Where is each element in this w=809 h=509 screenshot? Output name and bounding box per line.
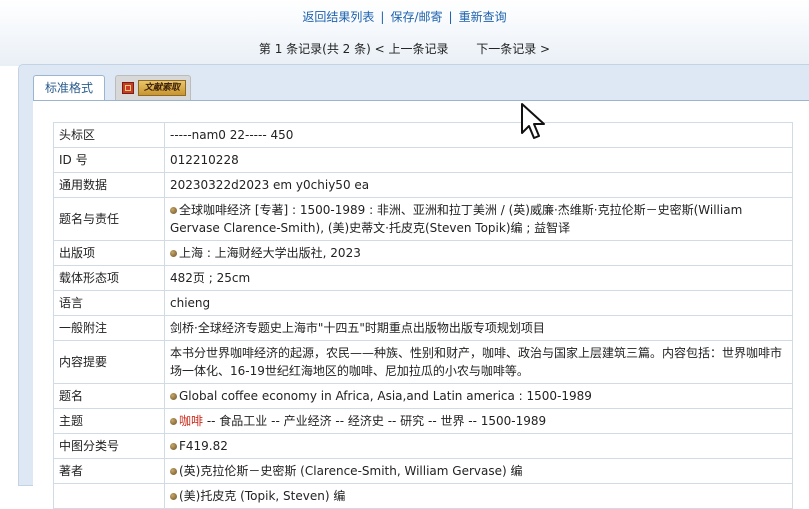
field-label: 著者 [53,458,165,484]
table-row: 中图分类号 F419.82 [53,433,793,459]
field-label: 中图分类号 [53,433,165,459]
table-row: (美)托皮克 (Topik, Steven) 编 [53,483,793,509]
table-row: 头标区 -----nam0 22----- 450 [53,122,793,148]
field-value-text: 482页 ; 25cm [170,271,251,285]
field-value-text: Global coffee economy in Africa, Asia,an… [179,389,592,403]
bullet-icon [170,493,177,500]
field-value-text: -----nam0 22----- 450 [170,128,294,142]
top-bar: 返回结果列表 | 保存/邮寄 | 重新查询 第 1 条记录(共 2 条) < 上一条记录… [0,0,809,66]
tab-standard-format[interactable]: 标准格式 [33,75,105,100]
field-label: 一般附注 [53,315,165,341]
link-separator: | [380,10,385,24]
field-label: 内容提要 [53,340,165,384]
field-value-text: -- 食品工业 -- 产业经济 -- 经济史 -- 研究 -- 世界 -- 15… [203,414,547,428]
field-label: 出版项 [53,240,165,266]
table-row: 主题 咖啡 -- 食品工业 -- 产业经济 -- 经济史 -- 研究 -- 世界 … [53,408,793,434]
table-row: 一般附注 剑桥·全球经济专题史上海市"十四五"时期重点出版物出版专项规划项目 [53,315,793,341]
record-position: 第 1 条记录(共 2 条) [258,42,371,56]
table-row: 题名与责任 全球咖啡经济 [专著] : 1500-1989 : 非洲、亚洲和拉丁美… [53,197,793,241]
field-value-text: 20230322d2023 em y0chiy50 ea [170,178,370,192]
field-label: 题名 [53,383,165,409]
field-value: 482页 ; 25cm [164,265,793,291]
field-value-text: 本书分世界咖啡经济的起源，农民——种族、性别和财产，咖啡、政治与国家上层建筑三篇… [170,346,783,378]
field-value: 全球咖啡经济 [专著] : 1500-1989 : 非洲、亚洲和拉丁美洲 / (… [164,197,793,241]
table-row: 著者 (英)克拉伦斯－史密斯 (Clarence-Smith, William G… [53,458,793,484]
field-value-text: 上海 : 上海财经大学出版社, 2023 [179,246,361,260]
field-label: 题名与责任 [53,197,165,241]
table-row: 通用数据 20230322d2023 em y0chiy50 ea [53,172,793,198]
back-to-results-link[interactable]: 返回结果列表 [302,10,374,24]
literature-request-label: 文献索取 [138,80,186,96]
top-links: 返回结果列表 | 保存/邮寄 | 重新查询 [0,8,809,25]
record-navigation: 第 1 条记录(共 2 条) < 上一条记录 下一条记录 > [0,40,809,57]
field-label [53,483,165,509]
field-value-text: chieng [170,296,211,310]
field-label: 载体形态项 [53,265,165,291]
table-row: 载体形态项 482页 ; 25cm [53,265,793,291]
prev-record-link[interactable]: < 上一条记录 [375,42,449,56]
field-label: 通用数据 [53,172,165,198]
field-label: ID 号 [53,147,165,173]
mouse-pointer-icon [521,103,545,139]
field-value-text: (美)托皮克 (Topik, Steven) 编 [179,489,346,503]
table-row: 出版项 上海 : 上海财经大学出版社, 2023 [53,240,793,266]
record-panel: 标准格式 文献索取 头标区 -----nam0 22----- 450 ID 号 01… [18,64,809,509]
field-label: 语言 [53,290,165,316]
field-value: 012210228 [164,147,793,173]
record-table: 头标区 -----nam0 22----- 450 ID 号 012210228 通用数… [53,122,793,509]
field-value: -----nam0 22----- 450 [164,122,793,148]
field-value: 上海 : 上海财经大学出版社, 2023 [164,240,793,266]
field-value: Global coffee economy in Africa, Asia,an… [164,383,793,409]
field-value-text: F419.82 [179,439,228,453]
record-content: 头标区 -----nam0 22----- 450 ID 号 012210228 通用数… [33,100,809,509]
field-value: 剑桥·全球经济专题史上海市"十四五"时期重点出版物出版专项规划项目 [164,315,793,341]
field-label: 头标区 [53,122,165,148]
literature-icon [122,82,134,94]
field-label: 主题 [53,408,165,434]
link-separator: | [448,10,453,24]
bullet-icon [170,443,177,450]
bullet-icon [170,207,177,214]
field-value: 本书分世界咖啡经济的起源，农民——种族、性别和财产，咖啡、政治与国家上层建筑三篇… [164,340,793,384]
field-value: 20230322d2023 em y0chiy50 ea [164,172,793,198]
research-link[interactable]: 重新查询 [459,10,507,24]
field-value-text: 剑桥·全球经济专题史上海市"十四五"时期重点出版物出版专项规划项目 [170,321,545,335]
tab-literature-request[interactable]: 文献索取 [115,75,191,100]
field-value-text: (英)克拉伦斯－史密斯 (Clarence-Smith, William Ger… [179,464,523,478]
field-value-text: 全球咖啡经济 [专著] : 1500-1989 : 非洲、亚洲和拉丁美洲 / (… [170,203,743,235]
table-row: 题名 Global coffee economy in Africa, Asia,… [53,383,793,409]
table-row: 内容提要 本书分世界咖啡经济的起源，农民——种族、性别和财产，咖啡、政治与国家上层… [53,340,793,384]
table-row: ID 号 012210228 [53,147,793,173]
table-row: 语言 chieng [53,290,793,316]
bullet-icon [170,418,177,425]
bullet-icon [170,250,177,257]
field-value: 咖啡 -- 食品工业 -- 产业经济 -- 经济史 -- 研究 -- 世界 --… [164,408,793,434]
field-value: chieng [164,290,793,316]
bullet-icon [170,468,177,475]
field-value-text: 012210228 [170,153,239,167]
field-value: (英)克拉伦斯－史密斯 (Clarence-Smith, William Ger… [164,458,793,484]
field-value: (美)托皮克 (Topik, Steven) 编 [164,483,793,509]
save-mail-link[interactable]: 保存/邮寄 [390,10,442,24]
field-value: F419.82 [164,433,793,459]
bullet-icon [170,393,177,400]
next-record-link[interactable]: 下一条记录 > [476,42,550,56]
subject-link[interactable]: 咖啡 [179,414,203,428]
